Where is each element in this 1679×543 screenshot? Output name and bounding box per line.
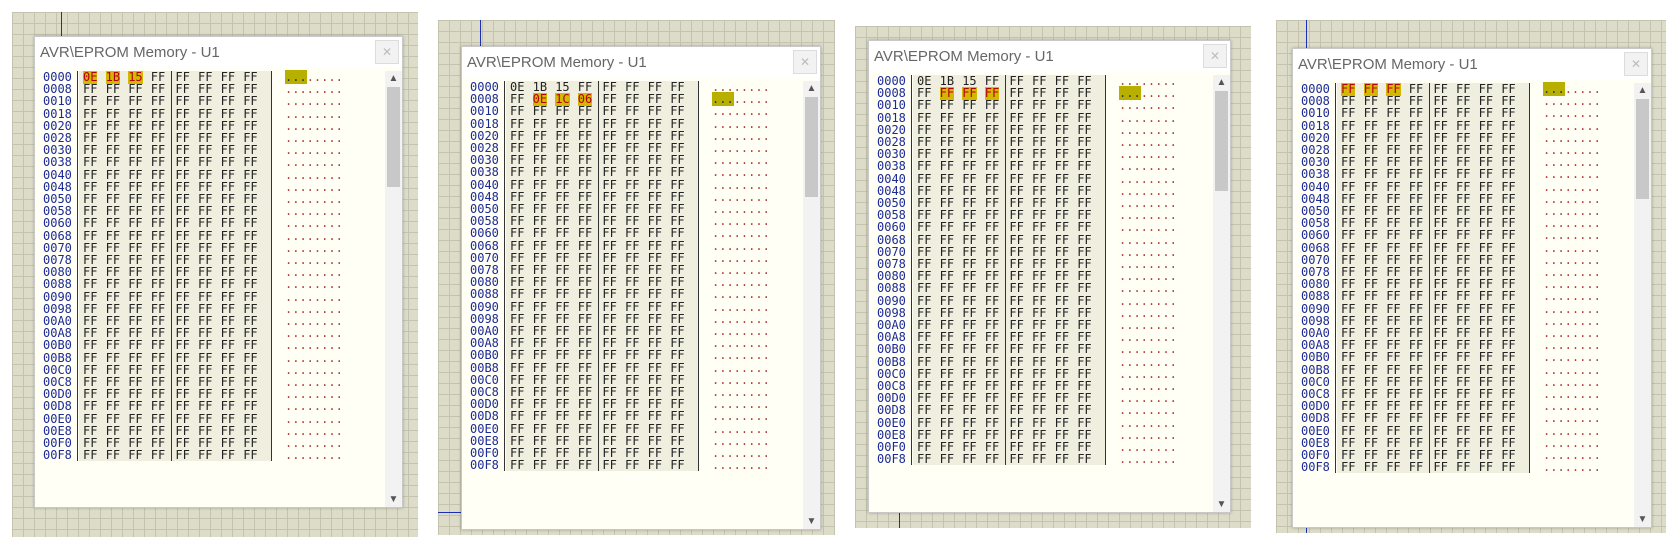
hex-byte[interactable]: FF — [533, 459, 547, 472]
eeprom-window-1[interactable]: AVR\EPROM Memory - U1 ✕ ▲ ▼ 0000 0E 1B 15 FF… — [34, 36, 403, 508]
hex-byte[interactable]: FF — [670, 459, 684, 472]
ascii-column[interactable]: ........ — [1119, 453, 1177, 466]
eeprom-window-3[interactable]: AVR\EPROM Memory - U1 ✕ ▲ ▼ 0000 0E 1B 15 FF… — [868, 40, 1231, 513]
title-bar[interactable]: AVR\EPROM Memory - U1 ✕ — [462, 47, 820, 77]
chevron-up-icon[interactable]: ▲ — [803, 83, 820, 94]
scrollbar-thumb[interactable] — [1636, 99, 1649, 199]
hex-byte[interactable]: FF — [1386, 461, 1400, 474]
vertical-scrollbar[interactable]: ▲ ▼ — [803, 81, 820, 529]
vertical-scrollbar[interactable]: ▲ ▼ — [385, 71, 402, 507]
scrollbar-thumb[interactable] — [805, 97, 818, 197]
row-address: 00F8 — [470, 458, 499, 473]
eeprom-window-4[interactable]: AVR\EPROM Memory - U1 ✕ ▲ ▼ 0000 FF FF FF FF… — [1292, 48, 1652, 528]
schematic-canvas-2[interactable]: AVR\EPROM Memory - U1 ✕ ▲ ▼ 0000 0E 1B 15 FF… — [438, 20, 835, 535]
chevron-up-icon[interactable]: ▲ — [1634, 85, 1651, 96]
title-bar[interactable]: AVR\EPROM Memory - U1 ✕ — [869, 41, 1230, 71]
hex-byte[interactable]: FF — [243, 449, 257, 462]
window-title: AVR\EPROM Memory - U1 — [467, 54, 647, 71]
wire — [1306, 20, 1307, 50]
window-title: AVR\EPROM Memory - U1 — [874, 48, 1054, 65]
hex-byte[interactable]: FF — [648, 459, 662, 472]
hex-byte[interactable]: FF — [1032, 453, 1046, 466]
window-title: AVR\EPROM Memory - U1 — [40, 44, 220, 61]
hex-byte[interactable]: FF — [1055, 453, 1069, 466]
chevron-down-icon[interactable]: ▼ — [1634, 514, 1651, 525]
hex-byte[interactable]: FF — [1009, 453, 1023, 466]
close-icon[interactable]: ✕ — [375, 40, 399, 64]
hex-byte[interactable]: FF — [83, 449, 97, 462]
hex-byte[interactable]: FF — [175, 449, 189, 462]
chevron-down-icon[interactable]: ▼ — [803, 516, 820, 527]
hex-byte[interactable]: FF — [602, 459, 616, 472]
hex-byte[interactable]: FF — [151, 449, 165, 462]
eeprom-window-2[interactable]: AVR\EPROM Memory - U1 ✕ ▲ ▼ 0000 0E 1B 15 FF… — [461, 46, 821, 530]
title-bar[interactable]: AVR\EPROM Memory - U1 ✕ — [1293, 49, 1651, 79]
hex-byte[interactable]: FF — [917, 453, 931, 466]
hex-byte[interactable]: FF — [625, 459, 639, 472]
row-address: 00F8 — [877, 452, 906, 467]
schematic-canvas-3[interactable]: AVR\EPROM Memory - U1 ✕ ▲ ▼ 0000 0E 1B 15 FF… — [855, 26, 1251, 528]
hex-byte[interactable]: FF — [1501, 461, 1515, 474]
memory-row[interactable]: 00F8 FF FF FF FF FF FF FF FF........ — [462, 459, 802, 472]
scrollbar-thumb[interactable] — [1215, 91, 1228, 191]
hex-byte[interactable]: FF — [106, 449, 120, 462]
hex-byte[interactable]: FF — [510, 459, 524, 472]
hex-byte[interactable]: FF — [1077, 453, 1091, 466]
memory-row[interactable]: 00F8 FF FF FF FF FF FF FF FF........ — [1293, 461, 1633, 474]
memory-row[interactable]: 00F8 FF FF FF FF FF FF FF FF........ — [869, 453, 1209, 466]
hex-byte[interactable]: FF — [221, 449, 235, 462]
row-address: 00F8 — [1301, 460, 1330, 475]
vertical-scrollbar[interactable]: ▲ ▼ — [1213, 75, 1230, 512]
close-icon[interactable]: ✕ — [1203, 44, 1227, 68]
hex-byte[interactable]: FF — [578, 459, 592, 472]
memory-row[interactable]: 00F8 FF FF FF FF FF FF FF FF........ — [35, 449, 375, 462]
ascii-column[interactable]: ........ — [285, 449, 343, 462]
hex-byte[interactable]: FF — [1364, 461, 1378, 474]
hex-byte[interactable]: FF — [1341, 461, 1355, 474]
hex-byte[interactable]: FF — [985, 453, 999, 466]
hex-byte[interactable]: FF — [128, 449, 142, 462]
hex-byte[interactable]: FF — [1409, 461, 1423, 474]
schematic-canvas-1[interactable]: AVR\EPROM Memory - U1 ✕ ▲ ▼ 0000 0E 1B 15 FF… — [12, 12, 418, 537]
ascii-column[interactable]: ........ — [1543, 461, 1601, 474]
hex-byte[interactable]: FF — [1433, 461, 1447, 474]
scrollbar-thumb[interactable] — [387, 87, 400, 187]
wire — [480, 20, 481, 46]
chevron-up-icon[interactable]: ▲ — [385, 73, 402, 84]
ascii-column[interactable]: ........ — [712, 459, 770, 472]
chevron-up-icon[interactable]: ▲ — [1213, 77, 1230, 88]
close-icon[interactable]: ✕ — [1624, 52, 1648, 76]
title-bar[interactable]: AVR\EPROM Memory - U1 ✕ — [35, 37, 402, 67]
chevron-down-icon[interactable]: ▼ — [1213, 499, 1230, 510]
hex-byte[interactable]: FF — [1456, 461, 1470, 474]
close-icon[interactable]: ✕ — [793, 50, 817, 74]
row-address: 00F8 — [43, 448, 72, 463]
hex-byte[interactable]: FF — [1479, 461, 1493, 474]
hex-byte[interactable]: FF — [198, 449, 212, 462]
vertical-scrollbar[interactable]: ▲ ▼ — [1634, 83, 1651, 527]
hex-byte[interactable]: FF — [555, 459, 569, 472]
schematic-canvas-4[interactable]: AVR\EPROM Memory - U1 ✕ ▲ ▼ 0000 FF FF FF FF… — [1276, 20, 1666, 533]
window-title: AVR\EPROM Memory - U1 — [1298, 56, 1478, 73]
hex-byte[interactable]: FF — [962, 453, 976, 466]
chevron-down-icon[interactable]: ▼ — [385, 494, 402, 505]
hex-byte[interactable]: FF — [940, 453, 954, 466]
